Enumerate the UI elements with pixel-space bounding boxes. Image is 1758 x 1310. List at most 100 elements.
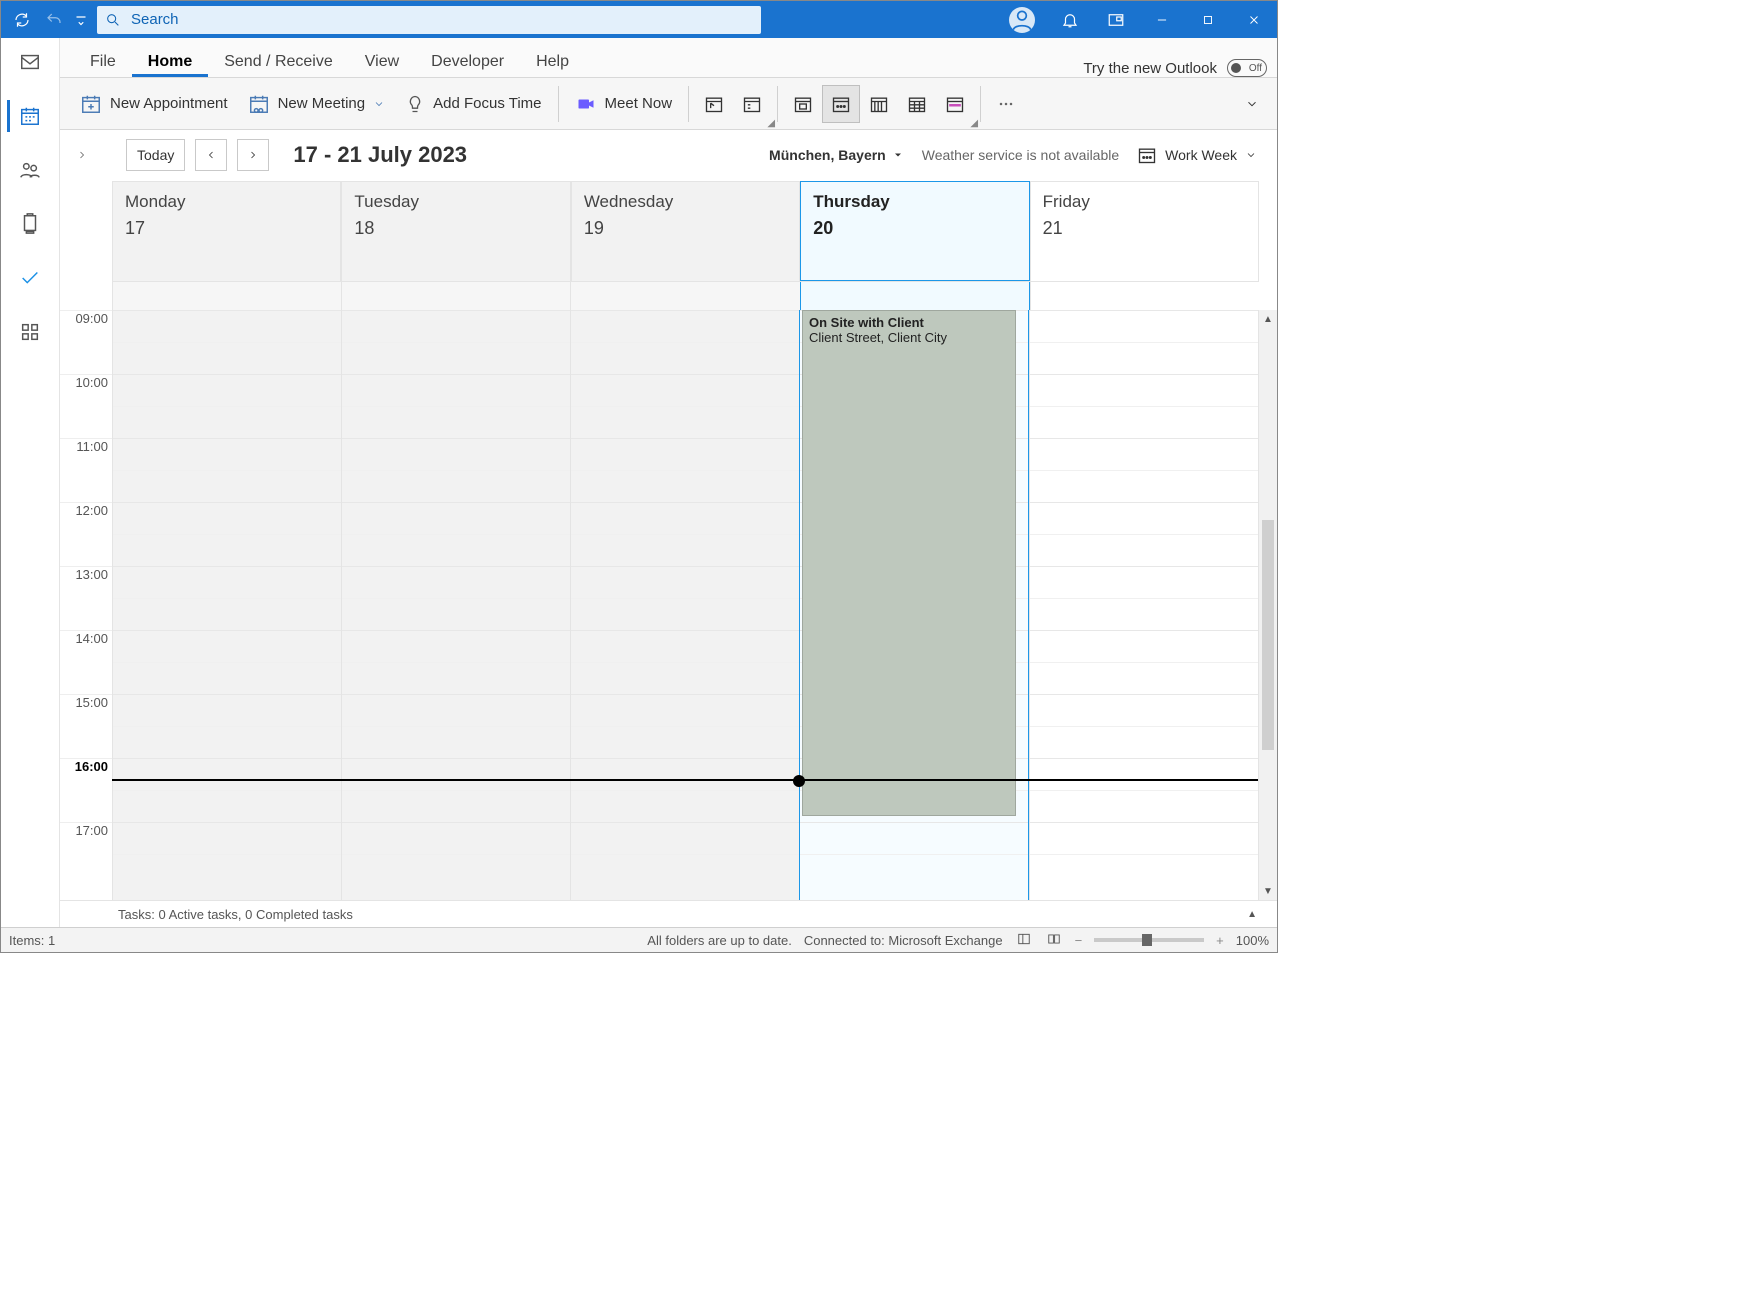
calendar-plus-icon [80, 93, 102, 115]
dialog-launcher-icon-2[interactable]: ◢ [970, 118, 978, 129]
weather-status: Weather service is not available [922, 147, 1119, 163]
new-appointment-label: New Appointment [110, 95, 228, 112]
add-focus-time-button[interactable]: Add Focus Time [395, 88, 551, 120]
view-reading-icon[interactable] [1045, 932, 1063, 949]
day-columns: On Site with Client Client Street, Clien… [112, 310, 1258, 900]
day-header-mon[interactable]: Monday17 [112, 181, 341, 281]
time-grid: 09:0010:0011:0012:0013:0014:0015:0016:00… [60, 310, 1277, 900]
chevron-down-icon [373, 98, 385, 110]
scroll-up-icon[interactable]: ▲ [1259, 310, 1277, 328]
calendar-people-icon [248, 93, 270, 115]
day-column-mon[interactable] [112, 310, 341, 900]
tab-view[interactable]: View [349, 45, 415, 77]
menu-row: File Home Send / Receive View Developer … [60, 38, 1277, 78]
new-appointment-button[interactable]: New Appointment [70, 87, 238, 121]
video-icon [575, 95, 597, 113]
nav-tasks[interactable] [10, 262, 50, 294]
nav-calendar[interactable] [7, 100, 50, 132]
nav-people[interactable] [10, 154, 50, 186]
calendar-grid-icon [1137, 145, 1157, 165]
day-column-fri[interactable] [1029, 310, 1258, 900]
sync-icon[interactable] [7, 5, 37, 35]
folder-pane-collapse-icon[interactable] [72, 145, 92, 165]
lightbulb-icon [405, 94, 425, 114]
event-title: On Site with Client [809, 315, 1009, 330]
new-meeting-button[interactable]: New Meeting [238, 87, 396, 121]
tab-send-receive[interactable]: Send / Receive [208, 45, 349, 77]
day-header-thu[interactable]: Thursday20 [800, 181, 1029, 281]
tasks-summary-text: Tasks: 0 Active tasks, 0 Completed tasks [118, 907, 353, 922]
current-time-indicator [112, 779, 1258, 781]
ribbon-collapse-icon[interactable] [1233, 85, 1271, 123]
day-header-fri[interactable]: Friday21 [1030, 181, 1259, 281]
day-column-tue[interactable] [341, 310, 570, 900]
location-label: München, Bayern [769, 147, 886, 163]
undo-icon[interactable] [39, 5, 69, 35]
nav-rail [1, 38, 60, 927]
qat-dropdown-icon[interactable] [71, 5, 91, 35]
date-range: 17 - 21 July 2023 [293, 142, 467, 168]
work-week-view-icon[interactable] [822, 85, 860, 123]
view-normal-icon[interactable] [1015, 932, 1033, 949]
tab-home[interactable]: Home [132, 45, 208, 77]
try-new-toggle[interactable]: Off [1227, 59, 1267, 77]
tab-file[interactable]: File [74, 45, 132, 77]
chevron-down-icon [892, 149, 904, 161]
day-header-wed[interactable]: Wednesday19 [571, 181, 800, 281]
scroll-thumb[interactable] [1262, 520, 1274, 750]
status-folders: All folders are up to date. [647, 933, 792, 948]
tab-developer[interactable]: Developer [415, 45, 520, 77]
day-column-wed[interactable] [570, 310, 799, 900]
window-preview-icon[interactable] [1093, 1, 1139, 38]
minimize-button[interactable] [1139, 1, 1185, 38]
close-button[interactable] [1231, 1, 1277, 38]
title-bar: Search [1, 1, 1277, 38]
nav-notes[interactable] [10, 208, 50, 240]
ribbon-more-icon[interactable] [987, 85, 1025, 123]
time-scale: 09:0010:0011:0012:0013:0014:0015:0016:00… [60, 310, 112, 900]
day-header-tue[interactable]: Tuesday18 [341, 181, 570, 281]
week-view-icon[interactable] [860, 85, 898, 123]
nav-mail[interactable] [10, 46, 50, 78]
meet-now-button[interactable]: Meet Now [565, 89, 683, 119]
tasks-expand-icon[interactable]: ▲ [1247, 909, 1257, 920]
nav-more-apps[interactable] [10, 316, 50, 348]
next-7-days-icon[interactable] [733, 85, 771, 123]
search-icon [105, 12, 121, 28]
location-picker[interactable]: München, Bayern [769, 147, 904, 163]
day-headers: Monday17 Tuesday18 Wednesday19 Thursday2… [112, 181, 1259, 281]
new-meeting-label: New Meeting [278, 95, 366, 112]
status-bar: Items: 1 All folders are up to date. Con… [1, 927, 1277, 952]
day-column-thu[interactable]: On Site with Client Client Street, Clien… [799, 310, 1029, 900]
previous-button[interactable] [195, 139, 227, 171]
view-picker[interactable]: Work Week [1137, 145, 1257, 165]
zoom-out-icon[interactable]: − [1075, 933, 1083, 948]
tab-help[interactable]: Help [520, 45, 585, 77]
day-view-icon[interactable] [784, 85, 822, 123]
account-avatar[interactable] [1001, 1, 1047, 38]
scroll-down-icon[interactable]: ▼ [1259, 882, 1277, 900]
vertical-scrollbar[interactable]: ▲ ▼ [1258, 310, 1277, 900]
dialog-launcher-icon[interactable]: ◢ [767, 118, 775, 129]
search-input[interactable]: Search [97, 6, 761, 34]
tasks-summary: Tasks: 0 Active tasks, 0 Completed tasks… [60, 900, 1277, 927]
zoom-slider[interactable] [1094, 938, 1204, 942]
today-button[interactable]: Today [126, 139, 185, 171]
all-day-row[interactable] [112, 281, 1259, 310]
schedule-view-icon[interactable] [936, 85, 974, 123]
goto-today-icon[interactable] [695, 85, 733, 123]
next-button[interactable] [237, 139, 269, 171]
calendar-event[interactable]: On Site with Client Client Street, Clien… [802, 310, 1016, 816]
notifications-icon[interactable] [1047, 1, 1093, 38]
chevron-down-icon [1245, 149, 1257, 161]
maximize-button[interactable] [1185, 1, 1231, 38]
event-location: Client Street, Client City [809, 330, 1009, 345]
add-focus-time-label: Add Focus Time [433, 95, 541, 112]
zoom-in-icon[interactable]: + [1216, 933, 1224, 948]
month-view-icon[interactable] [898, 85, 936, 123]
search-placeholder: Search [131, 11, 179, 28]
ribbon: New Appointment New Meeting Add Focus Ti… [60, 78, 1277, 130]
try-new-label: Try the new Outlook [1083, 60, 1217, 77]
zoom-level: 100% [1236, 933, 1269, 948]
calendar-header: Today 17 - 21 July 2023 München, Bayern … [60, 130, 1277, 180]
